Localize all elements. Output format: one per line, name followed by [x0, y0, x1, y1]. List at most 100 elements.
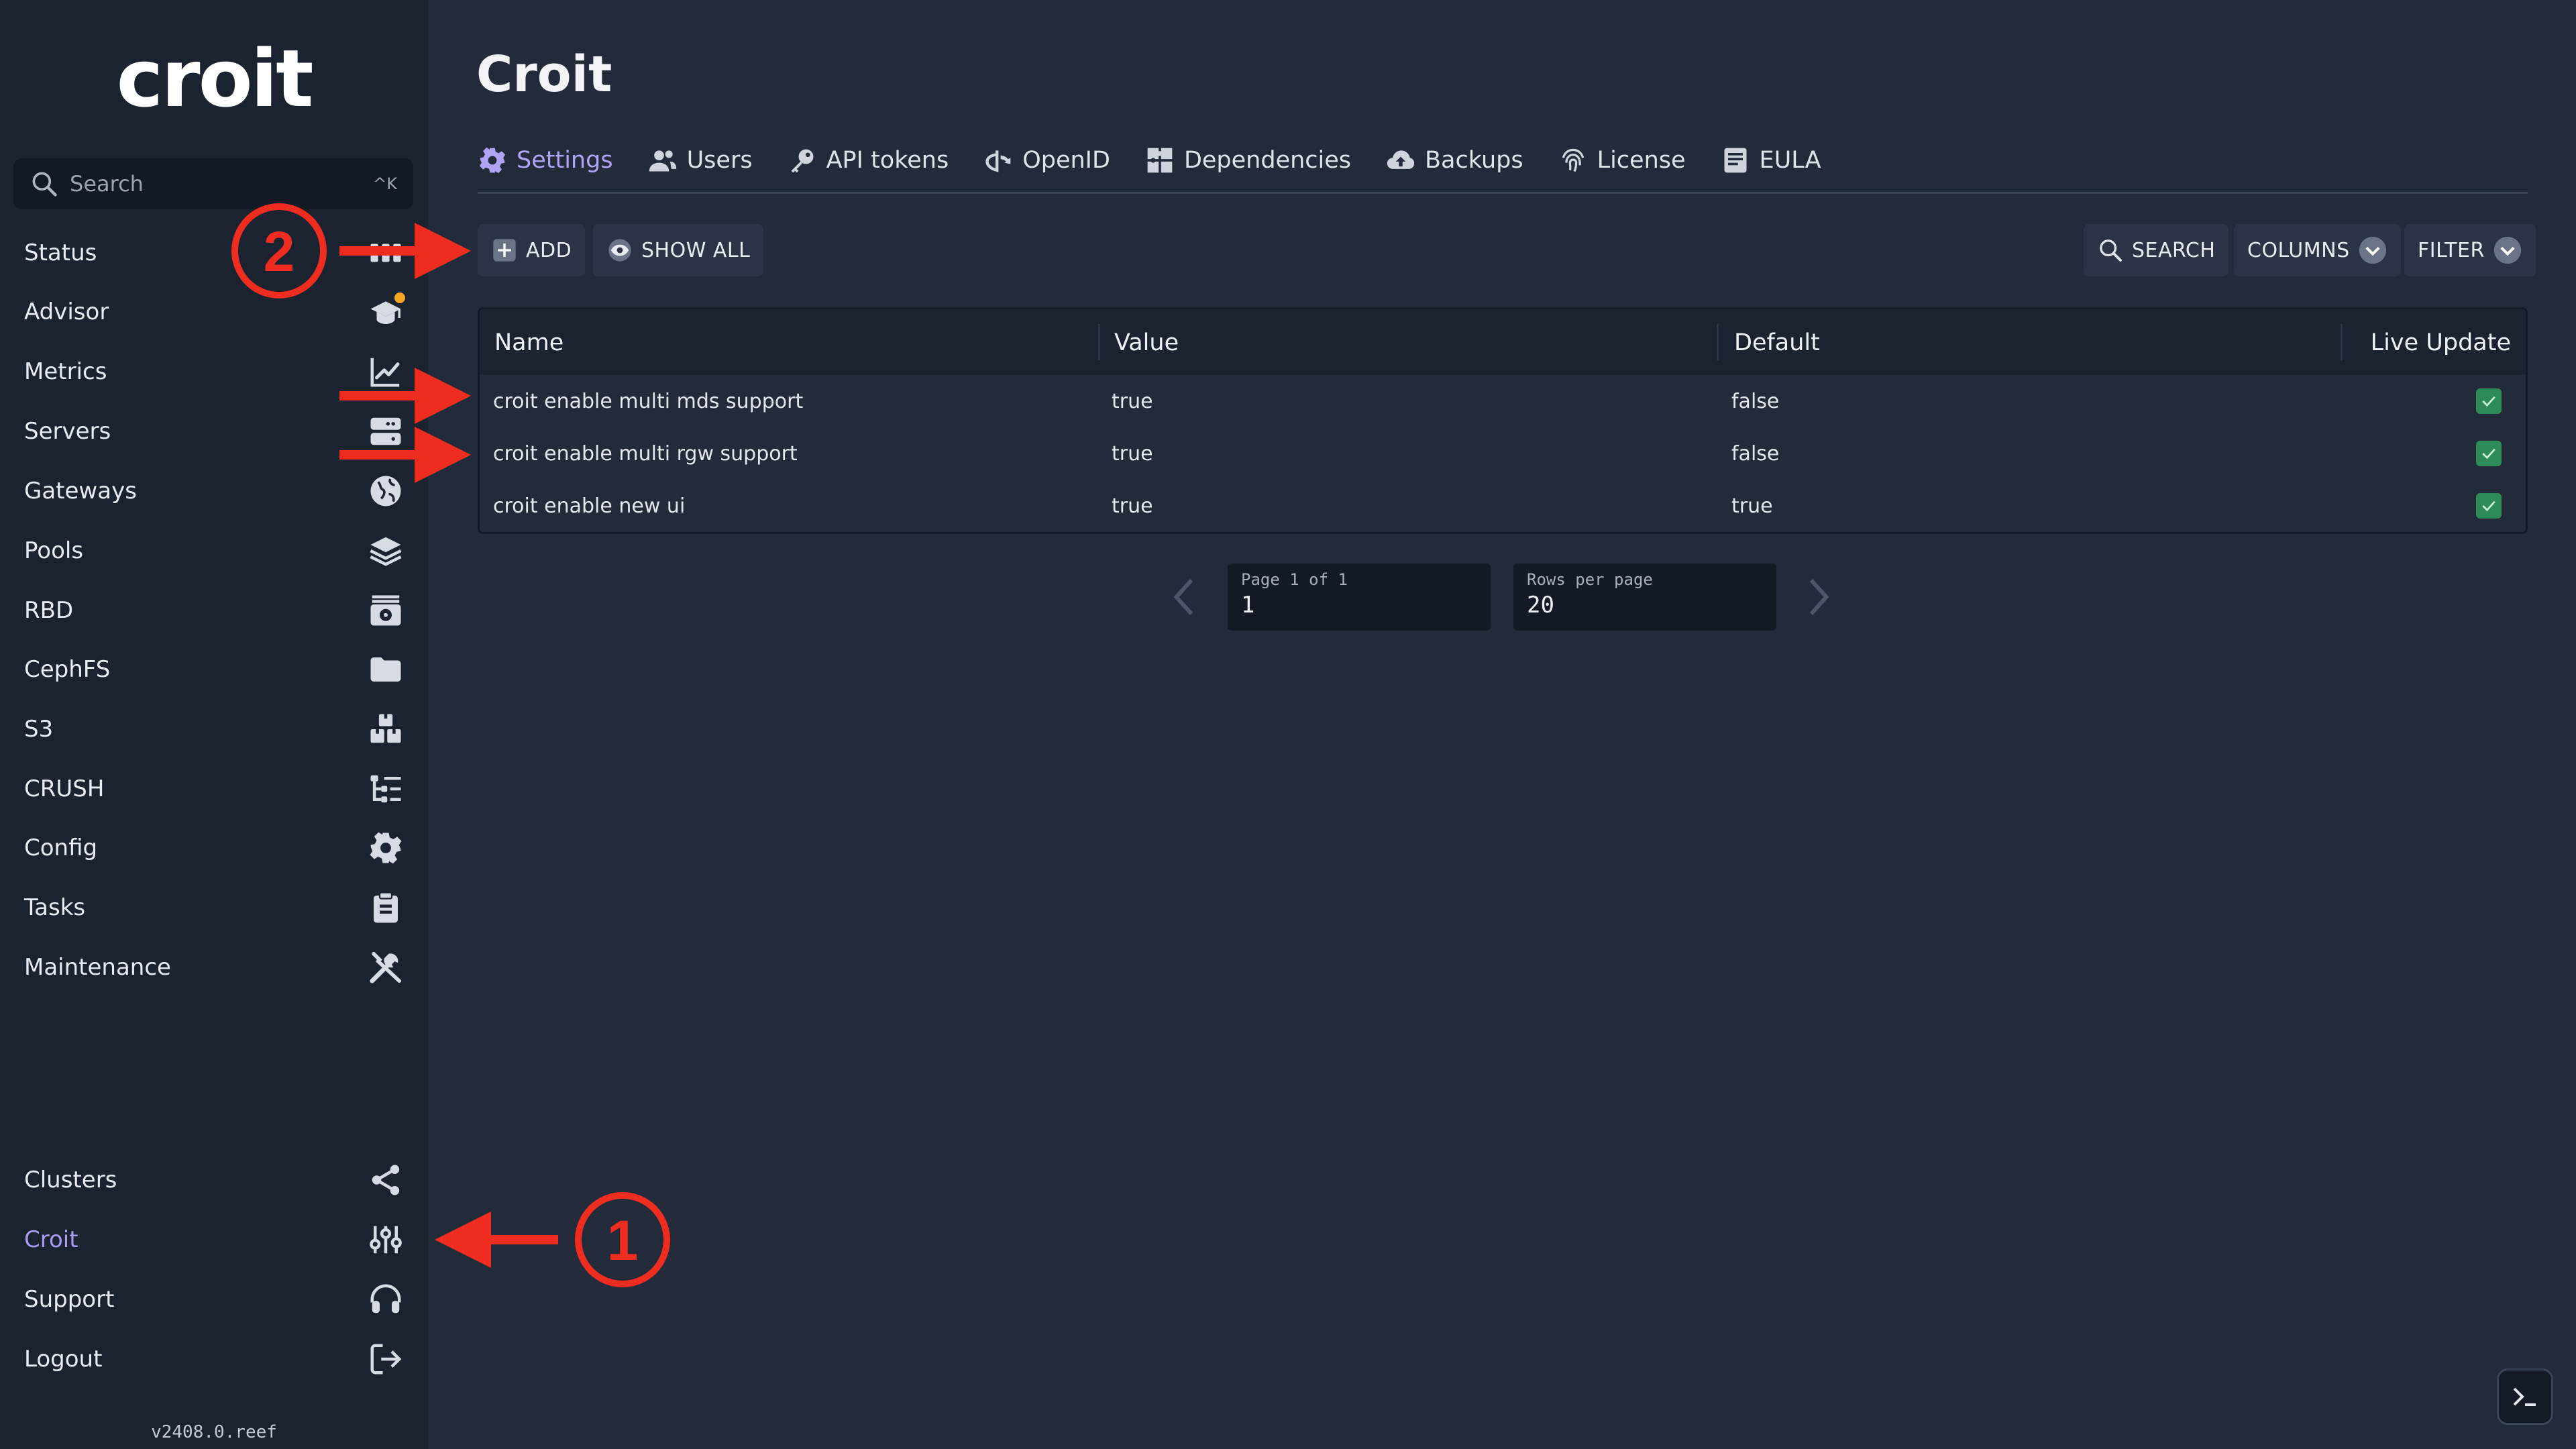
app-version: v2408.0.reef — [151, 1422, 277, 1442]
cell-value: true — [1112, 442, 1153, 466]
sidebar-item-metrics[interactable]: Metrics — [0, 345, 428, 398]
sidebar-item-pools[interactable]: Pools — [0, 524, 428, 578]
cell-name: croit enable multi rgw support — [493, 442, 798, 466]
sidebar-item-croit[interactable]: Croit — [0, 1213, 428, 1267]
sidebar-item-logout[interactable]: Logout — [0, 1332, 428, 1386]
sidebar-item-clusters[interactable]: Clusters — [0, 1153, 428, 1207]
sidebar-item-servers[interactable]: Servers — [0, 405, 428, 458]
columns-button-label: COLUMNS — [2247, 238, 2350, 262]
tab-users[interactable]: Users — [648, 138, 753, 182]
sidebar-item-label: Clusters — [24, 1167, 117, 1193]
tab-label: License — [1597, 147, 1686, 174]
tab-api-tokens[interactable]: API tokens — [788, 138, 949, 182]
tab-eula[interactable]: EULA — [1721, 138, 1821, 182]
clipboard-icon — [366, 888, 405, 927]
advisor-badge — [394, 292, 405, 303]
table-row[interactable]: croit enable multi rgw support true fals… — [480, 427, 2526, 480]
line-chart-icon — [366, 352, 405, 391]
sidebar-item-label: Config — [24, 835, 98, 861]
sidebar: croit Search ^K Status Advisor Metrics S… — [0, 0, 428, 1449]
search-button[interactable]: SEARCH — [2084, 224, 2229, 276]
cell-value: true — [1112, 494, 1153, 518]
graduation-cap-icon — [366, 292, 405, 331]
filter-button[interactable]: FILTER — [2404, 224, 2536, 276]
sidebar-item-label: CRUSH — [24, 775, 105, 802]
column-divider[interactable] — [1717, 324, 1719, 360]
cell-default: true — [1731, 494, 1773, 518]
column-header-live-update[interactable]: Live Update — [2371, 329, 2511, 356]
search-shortcut: ^K — [373, 174, 397, 193]
tab-label: OpenID — [1022, 147, 1110, 174]
page-value: 1 — [1241, 592, 1255, 619]
live-update-checkbox[interactable] — [2476, 493, 2502, 519]
page-number-input[interactable]: Page 1 of 1 1 — [1228, 564, 1491, 631]
tab-license[interactable]: License — [1558, 138, 1686, 182]
tab-dependencies[interactable]: Dependencies — [1145, 138, 1351, 182]
sidebar-item-status[interactable]: Status — [0, 226, 428, 280]
sidebar-item-label: Servers — [24, 418, 111, 445]
sidebar-item-maintenance[interactable]: Maintenance — [0, 941, 428, 994]
tab-backups[interactable]: Backups — [1386, 138, 1523, 182]
tree-list-icon — [366, 769, 405, 808]
next-page-button[interactable] — [1798, 574, 1838, 621]
previous-page-button[interactable] — [1165, 574, 1205, 621]
croit-logo[interactable]: croit — [0, 32, 428, 125]
page-title: Croit — [476, 46, 612, 103]
filter-button-label: FILTER — [2418, 238, 2485, 262]
page-caption: Page 1 of 1 — [1241, 570, 1348, 589]
folder-icon — [366, 650, 405, 689]
sidebar-item-support[interactable]: Support — [0, 1273, 428, 1326]
globe-icon — [366, 472, 405, 511]
tab-label: API tokens — [826, 147, 949, 174]
sidebar-item-label: Tasks — [24, 894, 86, 921]
sidebar-item-label: CephFS — [24, 656, 111, 683]
server-icon — [366, 412, 405, 451]
table-row[interactable]: croit enable new ui true true — [480, 480, 2526, 532]
sidebar-item-gateways[interactable]: Gateways — [0, 464, 428, 518]
column-divider[interactable] — [1098, 324, 1100, 360]
column-divider[interactable] — [2341, 324, 2343, 360]
search-button-label: SEARCH — [2132, 238, 2216, 262]
sidebar-item-advisor[interactable]: Advisor — [0, 285, 428, 339]
terminal-icon — [2513, 1387, 2536, 1406]
tab-label: Backups — [1425, 147, 1523, 174]
chevron-down-icon — [2359, 236, 2386, 264]
sidebar-item-label: Gateways — [24, 478, 137, 504]
sidebar-item-rbd[interactable]: RBD — [0, 584, 428, 637]
show-all-button[interactable]: SHOW ALL — [593, 224, 764, 276]
cell-default: false — [1731, 442, 1780, 466]
sidebar-item-label: Status — [24, 239, 97, 266]
column-header-default[interactable]: Default — [1734, 329, 1820, 356]
table-header: Name Value Default Live Update — [480, 309, 2526, 375]
annotation-circle-1 — [575, 1192, 670, 1287]
logout-icon — [366, 1340, 405, 1379]
sidebar-item-cephfs[interactable]: CephFS — [0, 643, 428, 696]
rows-per-page-caption: Rows per page — [1527, 570, 1653, 589]
tab-openid[interactable]: OpenID — [983, 138, 1110, 182]
sidebar-item-crush[interactable]: CRUSH — [0, 762, 428, 816]
terminal-button[interactable] — [2497, 1368, 2553, 1425]
search-icon — [32, 172, 57, 197]
status-grid-icon — [366, 233, 405, 272]
sidebar-item-config[interactable]: Config — [0, 821, 428, 875]
table-row[interactable]: croit enable multi mds support true fals… — [480, 375, 2526, 427]
columns-button[interactable]: COLUMNS — [2234, 224, 2401, 276]
checkmark-icon — [2482, 448, 2496, 460]
settings-table: Name Value Default Live Update croit ena… — [478, 307, 2528, 534]
sidebar-item-s3[interactable]: S3 — [0, 702, 428, 756]
column-header-name[interactable]: Name — [494, 329, 564, 356]
live-update-checkbox[interactable] — [2476, 441, 2502, 466]
add-button[interactable]: ADD — [478, 224, 586, 276]
search-placeholder: Search — [70, 171, 144, 197]
tab-settings[interactable]: Settings — [478, 138, 613, 182]
tab-label: Dependencies — [1183, 147, 1352, 174]
share-icon — [366, 1161, 405, 1199]
tab-label: Users — [686, 147, 753, 174]
column-header-value[interactable]: Value — [1114, 329, 1179, 356]
sidebar-search-input[interactable]: Search ^K — [13, 158, 413, 209]
rows-per-page-input[interactable]: Rows per page 20 — [1513, 564, 1776, 631]
gear-icon — [366, 828, 405, 867]
sidebar-item-label: Support — [24, 1286, 115, 1313]
sidebar-item-tasks[interactable]: Tasks — [0, 881, 428, 934]
live-update-checkbox[interactable] — [2476, 388, 2502, 414]
